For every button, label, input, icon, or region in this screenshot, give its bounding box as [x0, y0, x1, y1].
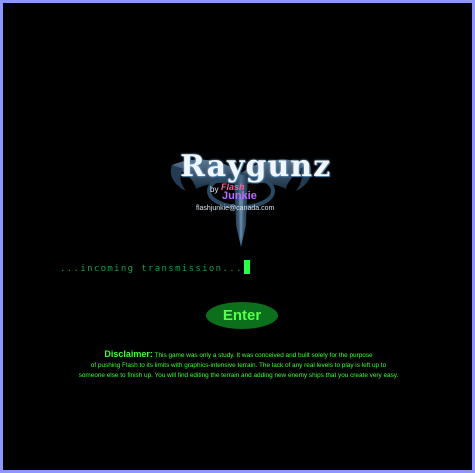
transmission-text: ...incoming transmission...	[60, 264, 243, 274]
blinking-cursor-icon	[243, 260, 250, 274]
enter-button[interactable]: Enter	[206, 302, 278, 329]
disclaimer-line-2: of pushing Flash to its limits with grap…	[90, 362, 387, 369]
disclaimer-label: Disclaimer:	[104, 349, 153, 359]
game-logo: Raygunz by Flash Junkie flashjunkie@cana…	[166, 145, 330, 249]
disclaimer: Disclaimer: This game was only a study. …	[55, 349, 422, 381]
game-frame: Raygunz by Flash Junkie flashjunkie@cana…	[0, 0, 475, 473]
game-title: Raygunz	[180, 149, 332, 184]
author-email: flashjunkie@canada.com	[196, 205, 275, 212]
disclaimer-line-1: This game was only a study. It was conce…	[154, 352, 373, 359]
by-label: by	[210, 185, 219, 194]
author-brand-junkie: Junkie	[222, 190, 257, 202]
transmission-line: ...incoming transmission...	[60, 260, 250, 274]
disclaimer-line-3: someone else to finish up. You will find…	[78, 372, 399, 379]
